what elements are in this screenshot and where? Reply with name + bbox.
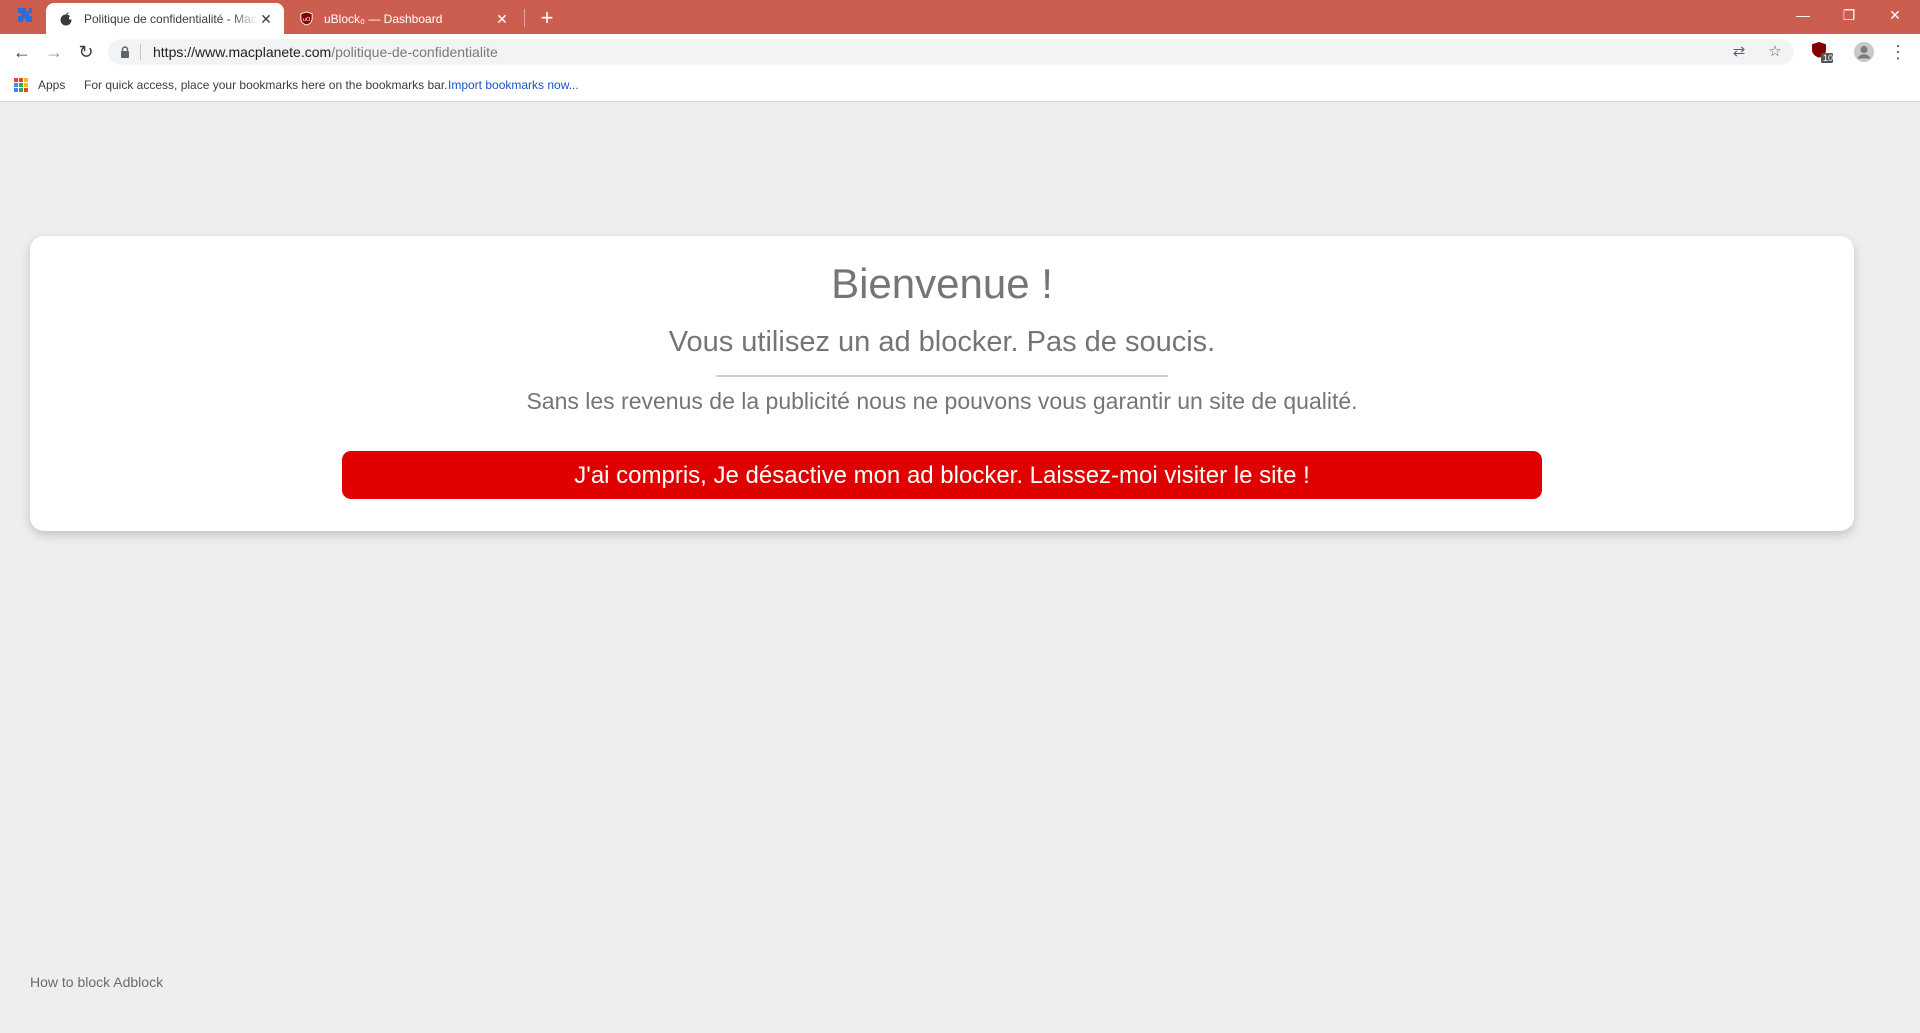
tab-macplanete[interactable]: Politique de confidentialité - MacPlanet…: [46, 3, 284, 34]
profile-icon: [1854, 42, 1874, 62]
bookmarks-bar: Apps For quick access, place your bookma…: [0, 70, 1920, 102]
puzzle-icon[interactable]: [14, 7, 36, 29]
menu-icon[interactable]: ⋮: [1884, 38, 1912, 66]
close-window-button[interactable]: ✕: [1872, 0, 1918, 30]
lock-icon[interactable]: [118, 45, 132, 59]
svg-text:uO: uO: [302, 17, 311, 23]
divider: [716, 375, 1168, 377]
browser-toolbar: ← → ↻ https://www.macplanete.com/politiq…: [0, 34, 1920, 70]
ublock-icon: uO: [298, 11, 314, 27]
adblock-notice-card: Bienvenue ! Vous utilisez un ad blocker.…: [30, 236, 1854, 531]
tab-close-icon[interactable]: ✕: [494, 11, 510, 27]
url-text[interactable]: https://www.macplanete.com/politique-de-…: [153, 44, 498, 60]
notice-message: Sans les revenus de la publicité nous ne…: [526, 388, 1358, 414]
apps-grid-icon[interactable]: [14, 78, 28, 92]
translate-icon[interactable]: ⇄: [1728, 41, 1750, 63]
page-title: Bienvenue !: [831, 260, 1053, 307]
tab-title: uBlock₀ — Dashboard: [324, 11, 443, 26]
bookmarks-hint: For quick access, place your bookmarks h…: [84, 78, 448, 92]
tab-title: Politique de confidentialité - MacPlanet…: [84, 11, 258, 26]
reload-button[interactable]: ↻: [72, 38, 100, 66]
minimize-button[interactable]: —: [1780, 0, 1826, 30]
extension-badge: 10: [1823, 53, 1834, 63]
profile-button[interactable]: [1850, 38, 1878, 66]
apple-icon: [58, 11, 74, 27]
disable-adblock-button[interactable]: J'ai compris, Je désactive mon ad blocke…: [342, 451, 1542, 499]
tab-strip: Politique de confidentialité - MacPlanet…: [0, 0, 1920, 34]
forward-button[interactable]: →: [40, 38, 68, 66]
new-tab-button[interactable]: +: [534, 5, 560, 31]
url-path: /politique-de-confidentialite: [331, 44, 498, 60]
restore-button[interactable]: ❐: [1826, 0, 1872, 30]
how-to-block-adblock-link[interactable]: How to block Adblock: [30, 974, 163, 990]
ublock-extension-button[interactable]: 10: [1808, 38, 1836, 66]
address-bar[interactable]: https://www.macplanete.com/politique-de-…: [108, 39, 1794, 65]
tab-close-icon[interactable]: ✕: [258, 11, 274, 27]
tab-ublock-dashboard[interactable]: uO uBlock₀ — Dashboard ✕: [286, 3, 520, 34]
tab-separator: [524, 9, 525, 27]
star-icon[interactable]: ☆: [1764, 41, 1786, 63]
url-host: https://www.macplanete.com: [153, 44, 332, 60]
import-bookmarks-link[interactable]: Import bookmarks now...: [448, 78, 579, 92]
url-separator: [140, 44, 141, 60]
apps-shortcut[interactable]: Apps: [38, 78, 65, 92]
notice-subtitle: Vous utilisez un ad blocker. Pas de souc…: [668, 326, 1216, 358]
back-button[interactable]: ←: [8, 38, 36, 66]
